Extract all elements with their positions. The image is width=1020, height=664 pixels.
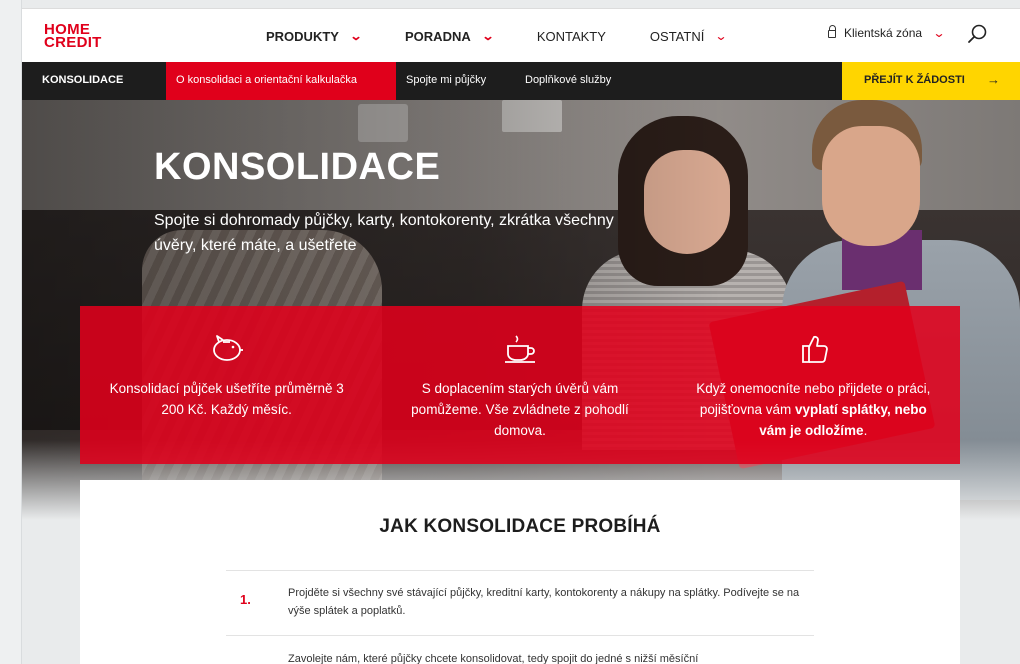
piggy-bank-icon: [212, 335, 243, 361]
top-header: HOME CREDIT PRODUKTY ⌄ PORADNA ⌄ KONTAKT…: [22, 8, 1020, 62]
home-credit-logo[interactable]: HOME CREDIT: [44, 22, 102, 51]
client-zone-label: Klientská zóna: [844, 26, 923, 40]
tab-o-konsolidaci[interactable]: O konsolidaci a orientační kalkulačka: [166, 62, 396, 107]
benefit-text: Konsolidací půjček ušetříte průměrně 3 2…: [109, 381, 344, 417]
page-title: KONSOLIDACE: [154, 146, 441, 188]
nav-item-label: PORADNA: [405, 28, 471, 44]
coffee-cup-icon: [504, 335, 535, 363]
search-icon[interactable]: [966, 23, 988, 45]
hero-lead: Spojte si dohromady půjčky, karty, konto…: [154, 212, 614, 254]
apply-button[interactable]: PŘEJÍT K ŽÁDOSTI →: [842, 62, 1020, 100]
benefit-text: S doplacením starých úvěrů vám pomůžeme.…: [411, 381, 629, 438]
benefit-text-end: .: [863, 423, 868, 438]
chevron-down-icon: ⌄: [349, 29, 363, 43]
process-step: 2. Zavolejte nám, které půjčky chcete ko…: [226, 644, 814, 664]
process-title: JAK KONSOLIDACE PROBÍHÁ: [379, 516, 661, 537]
chevron-down-icon: ⌄: [481, 29, 495, 43]
step-text: Zavolejte nám, které půjčky chcete konso…: [288, 653, 699, 664]
main-navigation: PRODUKTY ⌄ PORADNA ⌄ KONTAKTY OSTATNÍ ⌄: [266, 9, 770, 63]
section-label: KONSOLIDACE: [42, 74, 124, 86]
apply-button-label: PŘEJÍT K ŽÁDOSTI: [864, 74, 965, 86]
lock-icon: [828, 25, 836, 38]
tab-spojte-mi-pujcky[interactable]: Spojte mi půjčky: [406, 74, 486, 86]
process-card: JAK KONSOLIDACE PROBÍHÁ 1. Projděte si v…: [80, 480, 960, 664]
nav-item-label: PRODUKTY: [266, 28, 339, 44]
divider: [226, 635, 814, 636]
benefit-insurance: Když onemocníte nebo přijdete o práci, p…: [667, 306, 960, 464]
nav-item-produkty[interactable]: PRODUKTY ⌄: [266, 28, 363, 44]
process-step: 1. Projděte si všechny své stávající půj…: [226, 578, 814, 634]
divider: [226, 570, 814, 571]
nav-item-poradna[interactable]: PORADNA ⌄: [405, 28, 495, 44]
logo-line-2: CREDIT: [44, 34, 102, 51]
nav-item-ostatni[interactable]: OSTATNÍ ⌄: [649, 28, 728, 44]
benefit-text: Když onemocníte nebo přijdete o práci, p…: [667, 378, 960, 441]
step-number: 1.: [240, 592, 251, 607]
chevron-down-icon: ⌄: [714, 29, 728, 43]
chevron-down-icon: ⌄: [932, 26, 946, 40]
nav-item-label: KONTAKTY: [536, 28, 606, 44]
benefit-payoff: S doplacením starých úvěrů vám pomůžeme.…: [373, 306, 666, 464]
thumbs-up-icon: [802, 335, 829, 363]
section-navigation: KONSOLIDACE O konsolidaci a orientační k…: [22, 62, 1020, 107]
nav-item-label: OSTATNÍ: [649, 28, 705, 44]
arrow-right-icon: →: [987, 72, 1000, 87]
benefits-band: Konsolidací půjček ušetříte průměrně 3 2…: [80, 306, 960, 464]
client-zone-link[interactable]: Klientská zóna ⌄: [828, 25, 946, 40]
tab-doplnkove-sluzby[interactable]: Doplňkové služby: [525, 74, 611, 86]
nav-item-kontakty[interactable]: KONTAKTY: [537, 29, 606, 44]
benefit-savings: Konsolidací půjček ušetříte průměrně 3 2…: [80, 306, 373, 464]
browser-page: HOME CREDIT PRODUKTY ⌄ PORADNA ⌄ KONTAKT…: [0, 0, 1020, 664]
step-text: Projděte si všechny své stávající půjčky…: [288, 587, 800, 617]
window-left-edge: [0, 0, 22, 664]
